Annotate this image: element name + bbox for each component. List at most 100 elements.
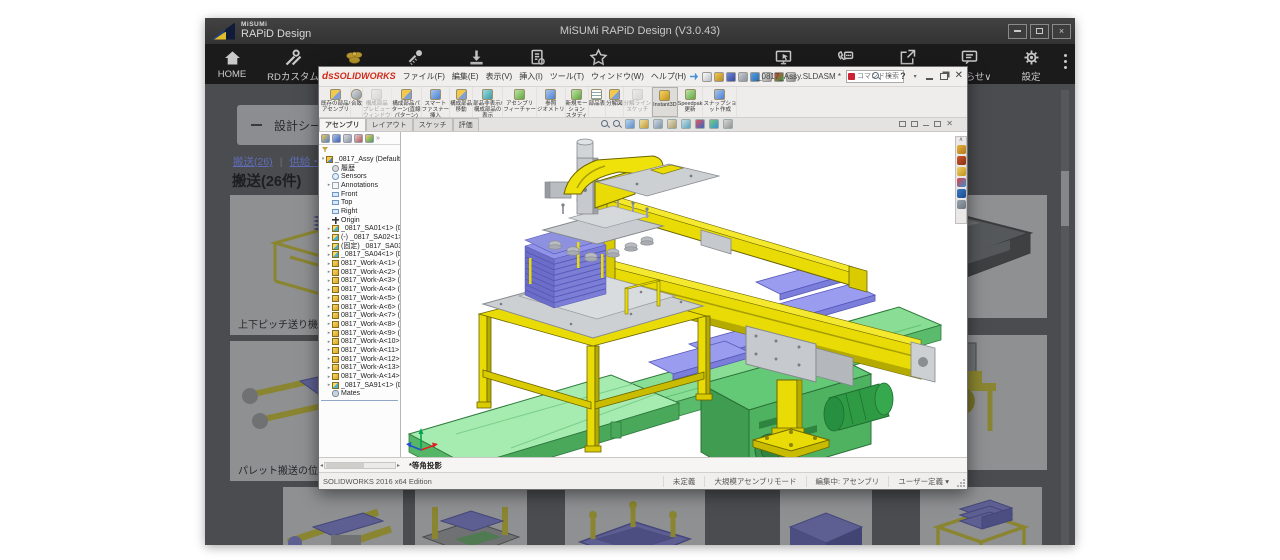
tree-item[interactable]: ▸0817_Work-A<3> (Default<	[319, 277, 400, 286]
tree-horizontal-scrollbar[interactable]: ◂ ▸	[319, 461, 401, 470]
sw-minimize-button[interactable]	[926, 78, 933, 80]
tree-item[interactable]: ▾_0817_Assy (Default<Default_D	[319, 155, 400, 164]
cmd-button-構成部品[interactable]: 構成部品 プレビュー ウィンドウ	[363, 87, 392, 117]
library-icon[interactable]	[957, 156, 966, 165]
dimxpert-icon[interactable]	[354, 134, 363, 143]
scene-card[interactable]	[415, 487, 527, 545]
cmd-button-Speedpak[interactable]: Speedpak 更新	[678, 87, 704, 117]
more-menu-button[interactable]	[1059, 54, 1071, 76]
previous-view-icon[interactable]	[625, 119, 635, 129]
resources-icon[interactable]	[957, 145, 966, 154]
tree-item[interactable]: ▸_0817_SA04<1> (Default<D	[319, 251, 400, 260]
nav-item-HOME[interactable]: HOME	[204, 44, 260, 84]
graphics-viewport[interactable]: ∧	[401, 132, 967, 457]
tree-item[interactable]: ▸_0817_SA91<1> (Default)	[319, 381, 400, 390]
save-icon[interactable]	[726, 72, 736, 82]
tree-item[interactable]: Top	[319, 198, 400, 207]
minimize-button[interactable]	[1008, 24, 1027, 39]
tree-item[interactable]: Mates	[319, 390, 400, 399]
sw-menu-編集(E)[interactable]: 編集(E)	[452, 71, 479, 82]
custom-properties-icon[interactable]	[957, 189, 966, 198]
scroll-track[interactable]	[324, 462, 396, 469]
nav-item-RDカスタム[interactable]: RDカスタム	[265, 44, 321, 84]
cmd-button-部品非表示/[interactable]: 部品非表示/ 構成部品の 表示	[473, 87, 503, 117]
sw-menu-ウィンドウ(W)[interactable]: ウィンドウ(W)	[591, 71, 644, 82]
search-icon[interactable]	[872, 72, 880, 80]
forum-icon[interactable]	[957, 200, 966, 209]
tree-item[interactable]: Front	[319, 190, 400, 199]
section-view-icon[interactable]	[639, 119, 649, 129]
scrollbar-thumb[interactable]	[1061, 171, 1069, 226]
child-maximize-icon[interactable]	[934, 121, 941, 127]
appearances-icon[interactable]	[957, 178, 966, 187]
sw-tab-レイアウト[interactable]: レイアウト	[366, 118, 413, 131]
zoom-area-icon[interactable]	[613, 120, 621, 128]
tree-item[interactable]: Sensors	[319, 172, 400, 181]
tree-item[interactable]: ▸0817_Work-A<7> (Default<	[319, 311, 400, 320]
tree-item[interactable]: ▸0817_Work-A<13> (Default	[319, 364, 400, 373]
panel-overflow-icon[interactable]: »	[376, 135, 380, 142]
feature-manager-icon[interactable]	[321, 134, 330, 143]
sw-menu-ヘルプ(H)[interactable]: ヘルプ(H)	[651, 71, 686, 82]
tree-item[interactable]: Origin	[319, 216, 400, 225]
tree-item[interactable]: ▸0817_Work-A<1> (Default<	[319, 259, 400, 268]
cmd-button-参照[interactable]: 参照 ジオメトリ	[537, 87, 566, 117]
sw-menu-表示(V)[interactable]: 表示(V)	[486, 71, 513, 82]
content-scrollbar[interactable]	[1061, 90, 1069, 545]
zoom-fit-icon[interactable]	[601, 120, 609, 128]
scene-card[interactable]	[920, 487, 1042, 545]
cmd-button-Instant3D[interactable]: Instant3D	[652, 87, 678, 117]
taskpane-collapse-icon[interactable]: ∧	[959, 138, 963, 143]
tree-item[interactable]: ▸Annotations	[319, 181, 400, 190]
tree-item[interactable]: Right	[319, 207, 400, 216]
help-button[interactable]: ?	[900, 71, 906, 81]
scroll-right-icon[interactable]: ▸	[397, 462, 400, 469]
sw-menu-ファイル(F)[interactable]: ファイル(F)	[403, 71, 445, 82]
child-restore-icon[interactable]	[899, 121, 906, 127]
display-manager-icon[interactable]	[365, 134, 374, 143]
new-icon[interactable]	[702, 72, 712, 82]
tree-item[interactable]: ▸0817_Work-A<2> (Default<	[319, 268, 400, 277]
tree-item[interactable]: ▸0817_Work-A<4> (Default<	[319, 285, 400, 294]
maximize-button[interactable]	[1030, 24, 1049, 39]
file-explorer-icon[interactable]	[957, 167, 966, 176]
cmd-button-新規モー[interactable]: 新規モー ション スタディ	[566, 87, 589, 117]
sw-tab-評価[interactable]: 評価	[453, 118, 479, 131]
cmd-button-構成部品[interactable]: 構成部品 移動	[450, 87, 473, 117]
tree-item[interactable]: ▸0817_Work-A<8> (Default<	[319, 320, 400, 329]
resize-grip[interactable]	[956, 478, 965, 487]
sw-restore-button[interactable]	[940, 73, 948, 80]
cmd-button-アセンブリ[interactable]: アセンブリ フィーチャー	[503, 87, 537, 117]
configuration-manager-icon[interactable]	[343, 134, 352, 143]
scene-card[interactable]	[780, 487, 872, 545]
scene-card[interactable]	[565, 487, 705, 545]
cmd-button-スマート[interactable]: スマート ファスナー 挿入	[422, 87, 451, 117]
tree-filter-row[interactable]	[319, 145, 400, 154]
scene-card[interactable]	[283, 487, 403, 545]
tree-item[interactable]: ▸(固定) _0817_SA03<1> (Def	[319, 242, 400, 251]
cmd-button-分解ライン[interactable]: 分解ライン スケッチ	[624, 87, 653, 117]
nav-item-設定[interactable]: 設定	[1003, 44, 1059, 84]
property-manager-icon[interactable]	[332, 134, 341, 143]
tree-item[interactable]: ▸0817_Work-A<10> (Default	[319, 337, 400, 346]
print-icon[interactable]	[738, 72, 748, 82]
apply-scene-icon[interactable]	[709, 119, 719, 129]
tree-item[interactable]: ▸0817_Work-A<5> (Default<	[319, 294, 400, 303]
child-close-icon[interactable]: ✕	[946, 120, 953, 127]
tree-item[interactable]: ▸0817_Work-A<9> (Default<	[319, 329, 400, 338]
scroll-left-icon[interactable]: ◂	[320, 462, 323, 469]
view-settings-icon[interactable]	[723, 119, 733, 129]
edit-appearance-icon[interactable]	[695, 119, 705, 129]
cmd-button-構成部品パ[interactable]: 構成部品パ ターン(直線 パターン)	[392, 87, 422, 117]
tree-item[interactable]: 履歴	[319, 164, 400, 173]
tree-item[interactable]: ▸0817_Work-A<12> (Default	[319, 355, 400, 364]
close-button[interactable]: ×	[1052, 24, 1071, 39]
display-style-icon[interactable]	[667, 119, 677, 129]
view-orientation-icon[interactable]	[653, 119, 663, 129]
cmd-button-スナップショ[interactable]: スナップショ ット作成	[703, 87, 737, 117]
sw-menu-ツール(T)[interactable]: ツール(T)	[550, 71, 584, 82]
sw-tab-アセンブリ[interactable]: アセンブリ	[319, 118, 366, 131]
tree-item[interactable]: ▸0817_Work-A<11> (Default	[319, 346, 400, 355]
filter-link-transport[interactable]: 搬送(26)	[233, 156, 273, 168]
tree-item[interactable]: ▸0817_Work-A<6> (Default<	[319, 303, 400, 312]
